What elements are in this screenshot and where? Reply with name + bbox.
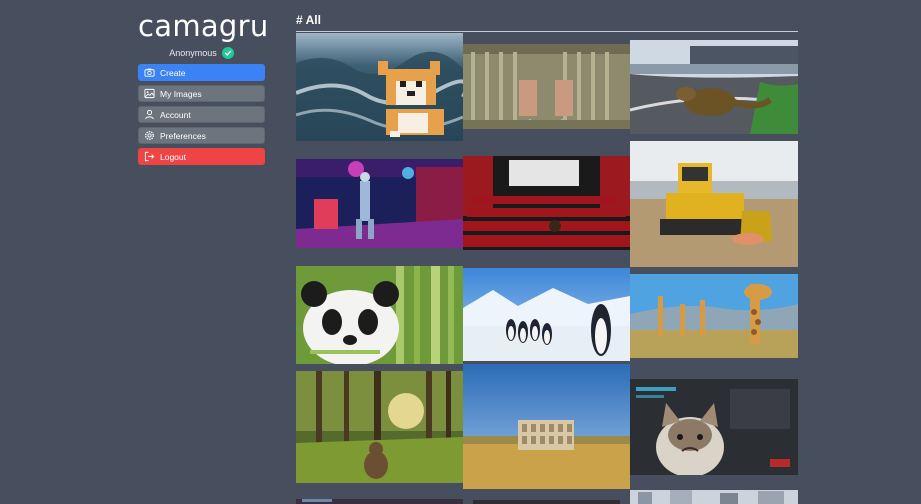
image-icon [144,88,155,99]
user-icon [144,109,155,120]
preferences-label: Preferences [160,130,206,141]
preferences-button[interactable]: Preferences [138,127,265,144]
my-images-label: My Images [160,88,202,99]
gallery-image-dancer[interactable] [296,159,463,248]
gallery-image-panda[interactable] [296,266,463,364]
gallery-image-bottom-1[interactable] [296,499,463,504]
gallery-image-city[interactable] [630,490,798,504]
brand-title[interactable]: camagru [138,8,268,44]
gear-icon [144,130,155,141]
image-gallery [296,0,798,504]
verified-check-icon [221,47,234,59]
create-button[interactable]: Create [138,64,265,81]
gallery-image-jail[interactable] [463,44,630,129]
logout-button[interactable]: Logout [138,148,265,165]
gallery-image-forest[interactable] [296,371,463,483]
gallery-image-grumpy-cat[interactable] [630,379,798,475]
my-images-button[interactable]: My Images [138,85,265,102]
username: Anonymous [169,48,217,58]
gallery-image-colosseum[interactable] [463,364,630,489]
account-button[interactable]: Account [138,106,265,123]
logout-icon [144,151,155,162]
sidebar-menu: Create My Images Account Preferences Log… [138,64,265,165]
gallery-image-bottom-2[interactable] [473,500,620,504]
gallery-image-komodo[interactable] [630,40,798,134]
account-label: Account [160,109,191,120]
camera-icon [144,67,155,78]
create-label: Create [160,67,186,78]
gallery-image-giraffes[interactable] [630,274,798,358]
gallery-image-bulldozer[interactable] [630,141,798,267]
sidebar: camagru Anonymous Create My Images Accou… [138,8,268,169]
user-status: Anonymous [138,45,265,61]
logout-label: Logout [160,151,186,162]
gallery-image-penguins[interactable] [463,268,630,361]
gallery-image-cinema[interactable] [463,156,630,250]
gallery-image-ocean-corgi[interactable] [296,33,463,141]
